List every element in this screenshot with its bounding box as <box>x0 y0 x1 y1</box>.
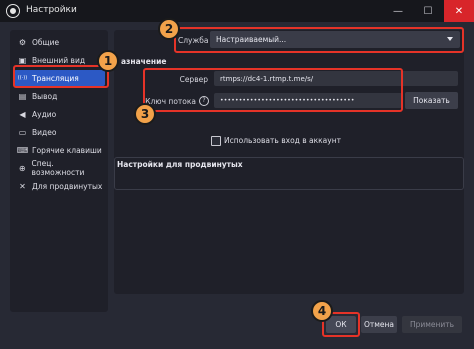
window-title: Настройки <box>26 5 77 15</box>
sidebar-item-output[interactable]: ▤ Вывод <box>14 88 105 104</box>
highlight-stream-tab <box>13 65 109 88</box>
video-icon: ▭ <box>18 127 27 137</box>
sidebar-item-label: Аудио <box>32 109 57 119</box>
show-key-button[interactable]: Показать <box>405 92 458 109</box>
apply-button[interactable]: Применить <box>402 316 462 333</box>
destination-section-title: азначение <box>121 57 167 66</box>
sidebar-item-accessibility[interactable]: ⊕ Спец. возможности <box>14 159 105 177</box>
sidebar-item-label: Общие <box>32 37 60 47</box>
callout-1: 1 <box>97 50 119 72</box>
sidebar-item-video[interactable]: ▭ Видео <box>14 124 105 140</box>
keyboard-icon: ⌨ <box>16 145 29 155</box>
callout-4: 4 <box>311 300 333 322</box>
sidebar-item-label: Внешний вид <box>32 55 86 65</box>
title-bar: Настройки — ☐ ✕ <box>0 0 474 22</box>
appearance-icon: ▣ <box>18 55 27 65</box>
callout-2: 2 <box>158 18 180 40</box>
obs-logo-icon <box>6 4 20 18</box>
use-account-checkbox[interactable] <box>211 136 221 146</box>
audio-icon: ◀ <box>19 109 26 119</box>
sidebar-item-general[interactable]: ⚙ Общие <box>14 34 105 50</box>
output-icon: ▤ <box>18 91 27 101</box>
maximize-button[interactable]: ☐ <box>414 0 442 22</box>
highlight-server-key <box>143 68 403 112</box>
sidebar-item-advanced[interactable]: ✕ Для продвинутых <box>14 178 105 194</box>
accessibility-icon: ⊕ <box>18 163 26 173</box>
highlight-service <box>174 27 464 53</box>
use-account-label: Использовать вход в аккаунт <box>224 136 341 145</box>
sidebar-item-label: Вывод <box>32 91 58 101</box>
sidebar-item-label: Спец. возможности <box>31 159 85 177</box>
sidebar-item-label: Горячие клавиши <box>32 145 102 155</box>
gear-icon: ⚙ <box>18 37 27 47</box>
sidebar-item-audio[interactable]: ◀ Аудио <box>14 106 105 122</box>
wrench-icon: ✕ <box>19 181 26 191</box>
close-button[interactable]: ✕ <box>444 0 474 22</box>
sidebar-item-hotkeys[interactable]: ⌨ Горячие клавиши <box>14 142 105 158</box>
sidebar-item-label: Для продвинутых <box>32 181 103 191</box>
minimize-button[interactable]: — <box>384 0 412 22</box>
cancel-button[interactable]: Отмена <box>361 316 397 333</box>
advanced-section-title: Настройки для продвинутых <box>117 160 243 169</box>
callout-3: 3 <box>134 103 156 125</box>
sidebar-item-label: Видео <box>32 127 57 137</box>
